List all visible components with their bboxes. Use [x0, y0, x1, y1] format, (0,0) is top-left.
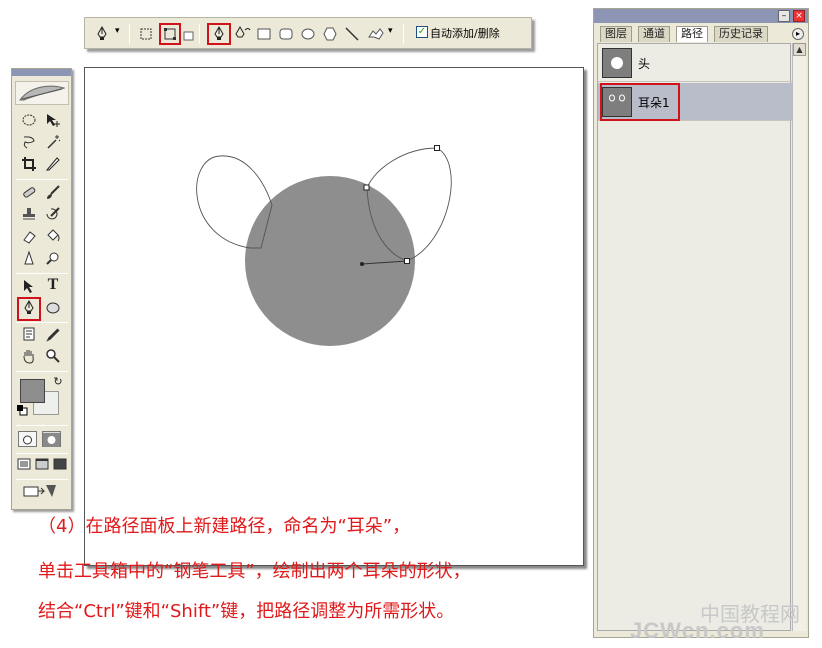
path-selection-icon[interactable]	[20, 278, 38, 296]
pen-tool-icon[interactable]	[212, 25, 226, 42]
freeform-pen-icon[interactable]	[235, 25, 251, 42]
caption-line-2: 单击工具箱中的“钢笔工具”，绘制出两个耳朵的形状，	[38, 561, 471, 582]
pen-tool-preset-icon[interactable]	[95, 25, 109, 42]
tab-channels[interactable]: 通道	[638, 26, 670, 42]
toolbox-divider	[16, 273, 68, 274]
rounded-rectangle-icon[interactable]	[279, 26, 293, 42]
anchor-point[interactable]	[434, 145, 440, 151]
minimize-icon[interactable]: –	[778, 10, 790, 22]
chevron-down-icon[interactable]: ▾	[388, 26, 393, 42]
ellipse-shape-icon[interactable]	[44, 300, 62, 318]
paint-bucket-icon[interactable]	[44, 228, 62, 246]
toolbar-divider	[129, 24, 130, 44]
ellipse-icon[interactable]	[301, 26, 315, 42]
scroll-up-icon[interactable]: ▲	[793, 43, 806, 56]
notes-icon[interactable]	[20, 326, 38, 344]
paths-panel: – × 图层 通道 路径 历史记录 ▸ 头 耳朵1 ▲	[593, 8, 809, 638]
hand-icon[interactable]	[20, 348, 38, 366]
screen-mode-full-menu-icon[interactable]	[34, 458, 50, 476]
panel-menu-icon[interactable]: ▸	[792, 28, 804, 40]
lasso-icon[interactable]	[20, 134, 38, 152]
toolbox: T ↻	[11, 68, 72, 510]
path-name: 头	[638, 57, 651, 71]
anchor-point[interactable]	[404, 258, 410, 264]
anchor-point[interactable]	[363, 184, 370, 191]
zoom-icon[interactable]	[44, 348, 62, 366]
watermark-english: JCWcn.com	[630, 618, 765, 643]
default-colors-icon[interactable]	[16, 404, 28, 416]
crop-icon[interactable]	[20, 156, 38, 174]
marquee-icon[interactable]	[20, 112, 38, 130]
tab-paths[interactable]: 路径	[676, 26, 708, 42]
toolbox-divider	[16, 453, 68, 454]
custom-shape-icon[interactable]	[367, 26, 385, 42]
pen-tool-icon[interactable]	[20, 299, 38, 318]
paths-mode-icon[interactable]	[163, 26, 177, 42]
type-tool-icon[interactable]: T	[44, 276, 62, 294]
document-canvas[interactable]	[84, 67, 584, 566]
toolbox-divider	[16, 479, 68, 480]
paths-list: 头 耳朵1	[597, 43, 792, 631]
standard-mode-icon[interactable]	[18, 431, 37, 447]
direction-handle-point[interactable]	[360, 262, 364, 266]
swap-colors-icon[interactable]: ↻	[49, 373, 67, 391]
line-icon[interactable]	[345, 26, 359, 42]
toolbox-divider	[16, 322, 68, 323]
toolbox-title-bar[interactable]	[12, 69, 71, 76]
toolbox-divider	[16, 371, 68, 372]
auto-add-delete-checkbox[interactable]: ✓	[416, 26, 428, 38]
screen-mode-full-icon[interactable]	[52, 458, 68, 476]
slice-icon[interactable]	[44, 156, 62, 174]
healing-brush-icon[interactable]	[20, 184, 38, 202]
dodge-icon[interactable]	[44, 250, 62, 268]
toolbar-divider	[403, 24, 404, 44]
history-brush-icon[interactable]	[44, 206, 62, 224]
blur-tool-icon[interactable]	[20, 250, 38, 268]
eyedropper-icon[interactable]	[44, 326, 62, 344]
move-tool-icon[interactable]	[44, 112, 62, 130]
path-row-head[interactable]: 头	[598, 44, 792, 82]
selected-path-highlight	[600, 83, 680, 121]
shape-layers-icon[interactable]	[139, 26, 153, 42]
auto-add-delete-label: 自动添加/删除	[430, 27, 500, 40]
panel-scrollbar[interactable]: ▲	[792, 43, 806, 631]
tab-history[interactable]: 历史记录	[714, 26, 768, 42]
brush-icon[interactable]	[44, 184, 62, 202]
toolbar-divider	[199, 24, 200, 44]
quick-mask-mode-icon[interactable]	[42, 431, 61, 447]
caption-line-1: （4）在路径面板上新建路径，命名为“耳朵”，	[38, 516, 411, 537]
options-bar: ▾ ▾ ✓ 自动添加/删除	[84, 17, 532, 49]
path-thumbnail	[602, 48, 632, 78]
jump-to-imageready-icon[interactable]	[22, 483, 60, 501]
foreground-color-swatch[interactable]	[20, 379, 45, 403]
toolbox-divider	[16, 179, 68, 180]
screen-mode-standard-icon[interactable]	[16, 458, 32, 476]
panel-title-bar[interactable]: – ×	[594, 9, 808, 23]
clone-stamp-icon[interactable]	[20, 206, 38, 224]
magic-wand-icon[interactable]	[44, 134, 62, 152]
caption-line-3: 结合“Ctrl”键和“Shift”键，把路径调整为所需形状。	[38, 601, 455, 622]
fill-pixels-icon[interactable]	[183, 26, 195, 42]
toolbox-divider	[16, 425, 68, 426]
rectangle-icon[interactable]	[257, 26, 271, 42]
tab-layers[interactable]: 图层	[600, 26, 632, 42]
screenshot-root: ▾ ▾ ✓ 自动添加/删除 T ↻ – × 图层 通道 路径 历史记录 ▸ 头 …	[0, 0, 822, 648]
close-icon[interactable]: ×	[793, 10, 805, 22]
eraser-icon[interactable]	[20, 228, 38, 246]
photoshop-feather-logo[interactable]	[15, 81, 69, 105]
polygon-icon[interactable]	[323, 26, 337, 42]
chevron-down-icon[interactable]: ▾	[115, 26, 120, 42]
